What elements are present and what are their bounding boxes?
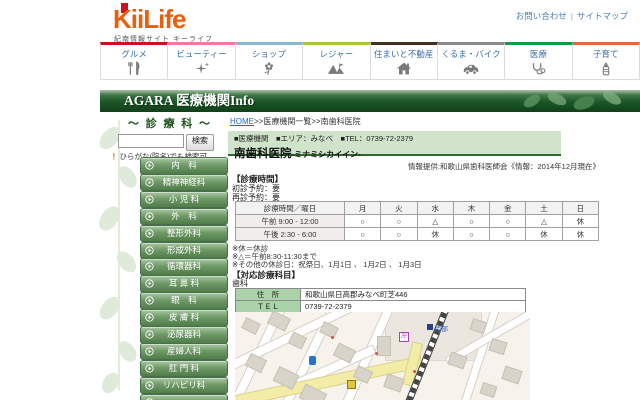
search-input[interactable]	[118, 134, 184, 148]
arrow-circle-icon	[145, 364, 154, 373]
provider-note: 情報提供:和歌山県歯科医師会《情報：2014年12月現在》	[228, 161, 600, 172]
sidebar-item[interactable]: 循環器科	[140, 258, 228, 276]
arrow-circle-icon	[145, 313, 154, 322]
arrow-circle-icon	[145, 212, 154, 221]
sidebar-item[interactable]: 小 児 科	[140, 191, 228, 209]
sidebar-item[interactable]: 皮 膚 科	[140, 309, 228, 327]
sidebar-item[interactable]: 耳 鼻 科	[140, 275, 228, 293]
tel-row: ＴＥＬ 0739-72-2379	[236, 301, 526, 313]
arrow-circle-icon	[145, 178, 154, 187]
tab-beauty[interactable]: ビューティー	[168, 42, 235, 80]
stethoscope-icon	[529, 61, 547, 76]
sidebar-item[interactable]: 整形外科	[140, 225, 228, 243]
section-banner: AGARA 医療機関Info	[100, 90, 640, 112]
arrow-circle-icon	[145, 161, 154, 170]
hours-table: 診療時間／曜日 月 火 水 木 金 土 日 午前 9:00 - 12:00 ○ …	[235, 201, 599, 241]
tab-leisure[interactable]: レジャー	[303, 42, 370, 80]
sidebar-item[interactable]: リハビリ科	[140, 377, 228, 395]
clinic-title-box: ■医療機関 ■エリア：みなべ ■TEL：0739-72-2379 南歯科医院-ミ…	[228, 131, 561, 156]
arrow-circle-icon	[145, 262, 154, 271]
map-temple-icon: 卍	[399, 332, 409, 342]
page: KiiLife 紀南情報サイト キーライフ お問い合わせ|サイトマップ グルメ …	[0, 0, 640, 400]
mountain-icon	[327, 61, 345, 76]
sidebar-item[interactable]: 精神神経科	[140, 174, 228, 192]
tab-housing[interactable]: 住まいと不動産	[371, 42, 438, 80]
arrow-circle-icon	[145, 246, 154, 255]
sidebar-item[interactable]	[140, 394, 228, 400]
breadcrumb: HOME>>医療機関一覧>>南歯科医院	[230, 116, 361, 127]
breadcrumb-rest: >>医療機関一覧>>南歯科医院	[254, 117, 361, 126]
arrow-circle-icon	[145, 195, 154, 204]
clinic-name: 南歯科医院-ミナミシカイイン-	[234, 145, 555, 161]
sidebar-item[interactable]: 産婦人科	[140, 343, 228, 361]
flower-icon	[260, 61, 278, 76]
arrow-circle-icon	[145, 381, 154, 390]
sidebar-heading: ～ 診 療 科 ～	[112, 115, 228, 131]
main-nav: グルメ ビューティー ショップ レジャー 住まいと不動産 くるま・バイク 医療	[100, 42, 640, 80]
map-station-label: 南部	[435, 323, 448, 333]
leaf-decoration-icon	[512, 91, 632, 111]
map-shop-marker-icon	[309, 356, 316, 365]
link-separator: |	[571, 11, 573, 21]
fork-knife-icon	[125, 61, 143, 76]
clinic-kana: -ミナミシカイイン-	[292, 150, 361, 159]
sparkle-icon	[193, 61, 211, 76]
baby-bottle-icon	[597, 61, 615, 76]
house-icon	[395, 61, 413, 76]
car-icon	[462, 61, 480, 76]
search-button[interactable]: 検索	[186, 134, 214, 151]
hours-row-pm: 午後 2:30 - 6:00 ○ ○ 休 ○ ○ 休 休	[236, 228, 599, 241]
arrow-circle-icon	[145, 296, 154, 305]
address-table: 住 所 和歌山県日高郡みなべ町芝446 ＴＥＬ 0739-72-2379	[235, 288, 526, 313]
arrow-circle-icon	[145, 347, 154, 356]
site-logo[interactable]: KiiLife	[113, 6, 185, 32]
sitemap-link[interactable]: サイトマップ	[577, 11, 628, 21]
contact-link[interactable]: お問い合わせ	[516, 11, 567, 21]
tab-childcare[interactable]: 子育て	[573, 42, 640, 80]
tab-shop[interactable]: ショップ	[236, 42, 303, 80]
map-badge-icon	[347, 380, 356, 389]
arrow-circle-icon	[145, 279, 154, 288]
breadcrumb-home-link[interactable]: HOME	[230, 117, 254, 126]
tab-medical[interactable]: 医療	[505, 42, 572, 80]
map-station-icon	[427, 324, 433, 330]
map[interactable]: 南部 卍	[235, 312, 530, 400]
address-row: 住 所 和歌山県日高郡みなべ町芝446	[236, 289, 526, 301]
sidebar-item[interactable]: 外 科	[140, 208, 228, 226]
tab-gourmet[interactable]: グルメ	[100, 42, 168, 80]
arrow-circle-icon	[145, 330, 154, 339]
sidebar-item[interactable]: 内 科	[140, 157, 228, 175]
header-links: お問い合わせ | サイトマップ	[516, 10, 628, 22]
sidebar-item[interactable]: 肛 門 科	[140, 360, 228, 378]
arrow-circle-icon	[145, 229, 154, 238]
tab-car-bike[interactable]: くるま・バイク	[438, 42, 505, 80]
clinic-meta: ■医療機関 ■エリア：みなべ ■TEL：0739-72-2379	[234, 133, 555, 144]
sidebar-item[interactable]: 眼 科	[140, 292, 228, 310]
hours-row-am: 午前 9:00 - 12:00 ○ ○ △ ○ ○ △ 休	[236, 215, 599, 228]
sidebar-item[interactable]: 形成外科	[140, 242, 228, 260]
hours-header-row: 診療時間／曜日 月 火 水 木 金 土 日	[236, 202, 599, 215]
sidebar-item[interactable]: 泌尿器科	[140, 326, 228, 344]
